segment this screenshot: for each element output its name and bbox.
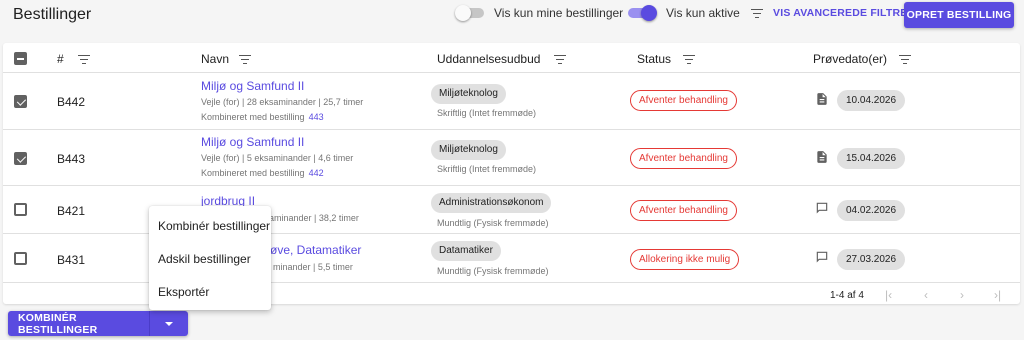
row-checkbox[interactable] bbox=[14, 203, 27, 216]
chat-icon bbox=[816, 251, 828, 263]
combined-info: Kombineret med bestilling 442 bbox=[201, 168, 324, 178]
table-header: # Navn Uddannelsesudbud Status Prøvedato… bbox=[3, 43, 1020, 73]
status-badge: Allokering ikke mulig bbox=[630, 249, 740, 270]
column-filter-icon[interactable] bbox=[899, 54, 912, 64]
document-icon bbox=[817, 93, 827, 105]
document-icon bbox=[817, 151, 827, 163]
next-page-icon[interactable]: › bbox=[960, 288, 964, 302]
column-header-exam-dates[interactable]: Prøvedato(er) bbox=[813, 52, 912, 66]
menu-item-combine[interactable]: Kombinér bestillinger bbox=[158, 219, 270, 233]
order-name-link[interactable]: øve, Datamatiker bbox=[270, 243, 361, 257]
order-meta: minander | 5,5 timer bbox=[273, 262, 353, 272]
order-name-link[interactable]: Miljø og Samfund II bbox=[201, 135, 304, 149]
exam-date-chip[interactable]: 15.04.2026 bbox=[837, 148, 906, 169]
bulk-actions-menu: Kombinér bestillinger Adskil bestillinge… bbox=[149, 206, 271, 310]
column-header-number[interactable]: # bbox=[57, 52, 90, 66]
column-education-label: Uddannelsesudbud bbox=[437, 52, 541, 66]
status-badge: Afventer behandling bbox=[630, 90, 737, 111]
combined-label: Kombineret med bestilling bbox=[201, 112, 305, 122]
toggle-mine-label: Vis kun mine bestillinger bbox=[494, 6, 624, 20]
combine-orders-button[interactable]: KOMBINÉR BESTILLINGER bbox=[8, 311, 150, 336]
create-order-button[interactable]: OPRET BESTILLING bbox=[904, 2, 1014, 28]
pagination-range: 1-4 af 4 bbox=[830, 290, 864, 301]
page-title: Bestillinger bbox=[13, 6, 92, 23]
education-chip: Miljøteknolog bbox=[431, 84, 506, 104]
order-meta: Vejle (for) | 28 eksaminander | 25,7 tim… bbox=[201, 97, 364, 107]
order-id: B431 bbox=[57, 253, 86, 267]
combined-info: Kombineret med bestilling 443 bbox=[201, 112, 324, 122]
previous-page-icon[interactable]: ‹ bbox=[924, 288, 928, 302]
status-badge: Afventer behandling bbox=[630, 148, 737, 169]
select-all-checkbox[interactable] bbox=[14, 52, 27, 65]
filter-icon bbox=[751, 8, 763, 18]
exam-form: Mundtlig (Fysisk fremmøde) bbox=[437, 218, 549, 228]
column-name-label: Navn bbox=[201, 52, 230, 66]
row-checkbox[interactable] bbox=[14, 152, 27, 165]
order-meta: aminander | 38,2 timer bbox=[269, 213, 359, 223]
combined-ref-link[interactable]: 443 bbox=[309, 112, 324, 122]
combined-label: Kombineret med bestilling bbox=[201, 168, 305, 178]
column-header-name[interactable]: Navn bbox=[201, 52, 252, 66]
toggle-switch[interactable] bbox=[455, 5, 484, 21]
column-status-label: Status bbox=[637, 52, 672, 66]
menu-item-export[interactable]: Eksportér bbox=[158, 285, 209, 299]
toggle-mine-orders[interactable]: Vis kun mine bestillinger bbox=[455, 5, 624, 21]
toggle-switch[interactable] bbox=[628, 5, 657, 21]
education-chip: Datamatiker bbox=[431, 241, 501, 261]
exam-date-chip[interactable]: 10.04.2026 bbox=[837, 90, 906, 111]
exam-form: Skriftlig (Intet fremmøde) bbox=[437, 164, 537, 174]
bulk-action-dropdown-button[interactable] bbox=[150, 311, 188, 336]
page-header: Bestillinger Vis kun mine bestillinger V… bbox=[0, 0, 1024, 32]
exam-date-chip[interactable]: 27.03.2026 bbox=[837, 249, 906, 270]
column-number-label: # bbox=[57, 52, 64, 66]
menu-item-separate[interactable]: Adskil bestillinger bbox=[158, 252, 251, 266]
order-name-link[interactable]: Miljø og Samfund II bbox=[201, 79, 304, 93]
education-chip: Administrationsøkonom bbox=[431, 193, 552, 213]
order-id: B443 bbox=[57, 152, 86, 166]
bulk-action-split-button: KOMBINÉR BESTILLINGER bbox=[8, 311, 188, 336]
advanced-filters-button[interactable]: VIS AVANCEREDE FILTRE bbox=[751, 7, 908, 19]
order-id: B442 bbox=[57, 95, 86, 109]
exam-form: Mundtlig (Fysisk fremmøde) bbox=[437, 266, 549, 276]
column-header-education[interactable]: Uddannelsesudbud bbox=[437, 52, 567, 66]
row-checkbox[interactable] bbox=[14, 95, 27, 108]
toggle-active-only[interactable]: Vis kun aktive bbox=[628, 5, 740, 21]
column-filter-icon[interactable] bbox=[239, 54, 252, 64]
order-meta: Vejle (for) | 5 eksaminander | 4,6 timer bbox=[201, 153, 354, 163]
column-filter-icon[interactable] bbox=[554, 54, 567, 64]
exam-date-chip[interactable]: 04.02.2026 bbox=[837, 200, 906, 221]
last-page-icon[interactable]: ›| bbox=[994, 288, 1001, 302]
row-checkbox[interactable] bbox=[14, 252, 27, 265]
column-header-status[interactable]: Status bbox=[637, 52, 696, 66]
table-row[interactable]: B442 Miljø og Samfund II Vejle (for) | 2… bbox=[3, 73, 1020, 130]
order-id: B421 bbox=[57, 204, 86, 218]
caret-down-icon bbox=[165, 321, 173, 326]
column-exam-dates-label: Prøvedato(er) bbox=[813, 52, 888, 66]
education-chip: Miljøteknolog bbox=[431, 140, 506, 160]
column-filter-icon[interactable] bbox=[683, 54, 696, 64]
first-page-icon[interactable]: |‹ bbox=[885, 288, 892, 302]
toggle-active-label: Vis kun aktive bbox=[666, 6, 740, 20]
chat-icon bbox=[816, 202, 828, 214]
table-row[interactable]: B443 Miljø og Samfund II Vejle (for) | 5… bbox=[3, 130, 1020, 186]
column-filter-icon[interactable] bbox=[77, 54, 90, 64]
advanced-filters-label: VIS AVANCEREDE FILTRE bbox=[773, 7, 908, 19]
exam-form: Skriftlig (Intet fremmøde) bbox=[437, 108, 537, 118]
status-badge: Afventer behandling bbox=[630, 200, 737, 221]
combined-ref-link[interactable]: 442 bbox=[309, 168, 324, 178]
